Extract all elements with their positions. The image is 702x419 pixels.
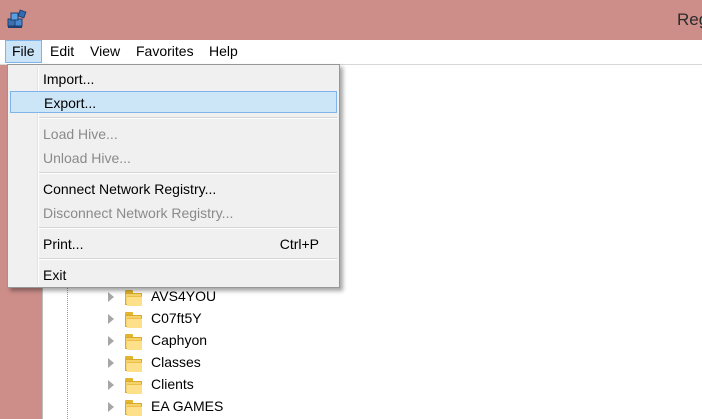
menu-item-label: Unload Hive...: [43, 150, 131, 166]
menu-item-shortcut: Ctrl+P: [279, 236, 319, 252]
tree-item[interactable]: Clients: [108, 375, 408, 397]
tree-item-label[interactable]: AVS4YOU: [151, 288, 216, 304]
tree-item[interactable]: AVS4YOU: [108, 287, 408, 309]
expand-arrow-icon[interactable]: [108, 380, 114, 390]
expand-arrow-icon[interactable]: [108, 292, 114, 302]
menu-item-label: Load Hive...: [43, 126, 118, 142]
window-title: Reg: [677, 10, 702, 29]
menu-view[interactable]: View: [84, 41, 126, 62]
folder-icon: [125, 400, 143, 416]
folder-icon: [125, 378, 143, 394]
folder-icon: [125, 290, 143, 306]
tree-item[interactable]: Classes: [108, 353, 408, 375]
tree-item[interactable]: C07ft5Y: [108, 309, 408, 331]
tree-item-label[interactable]: EA GAMES: [151, 398, 223, 414]
menu-item-label: Export...: [44, 95, 97, 111]
menu-edit[interactable]: Edit: [44, 41, 80, 62]
menu-favorites[interactable]: Favorites: [130, 41, 200, 62]
menu-separator: [39, 172, 337, 174]
menu-bar: File Edit View Favorites Help: [0, 40, 702, 65]
menu-separator: [39, 258, 337, 260]
menu-item-label: Disconnect Network Registry...: [43, 205, 234, 221]
folder-icon: [125, 334, 143, 350]
registry-editor-icon[interactable]: [6, 9, 28, 31]
menu-item-export[interactable]: Export...: [10, 91, 337, 113]
menu-item-label: Connect Network Registry...: [43, 181, 217, 197]
title-bar: Reg: [0, 0, 702, 40]
tree-connector-line: [67, 285, 68, 419]
expand-arrow-icon[interactable]: [108, 314, 114, 324]
tree-item-label[interactable]: Caphyon: [151, 332, 207, 348]
menu-file[interactable]: File: [5, 40, 42, 63]
menu-item-label: Import...: [43, 71, 95, 87]
menu-item-exit[interactable]: Exit: [10, 264, 337, 286]
folder-icon: [125, 356, 143, 372]
menu-help[interactable]: Help: [203, 41, 244, 62]
menu-item-import[interactable]: Import...: [10, 68, 337, 90]
menu-separator: [39, 117, 337, 119]
expand-arrow-icon[interactable]: [108, 358, 114, 368]
menu-separator: [39, 227, 337, 229]
expand-arrow-icon[interactable]: [108, 336, 114, 346]
menu-item-connect-network-registry[interactable]: Connect Network Registry...: [10, 178, 337, 200]
tree-item-label[interactable]: Classes: [151, 354, 201, 370]
menu-item-load-hive: Load Hive...: [10, 123, 337, 145]
menu-item-label: Print...: [43, 236, 84, 252]
expand-arrow-icon[interactable]: [108, 402, 114, 412]
tree-item-label[interactable]: Clients: [151, 376, 194, 392]
folder-icon: [125, 312, 143, 328]
menu-item-print[interactable]: Print... Ctrl+P: [10, 233, 337, 255]
menu-item-label: Exit: [43, 267, 67, 283]
menu-item-unload-hive: Unload Hive...: [10, 147, 337, 169]
tree-item-label[interactable]: C07ft5Y: [151, 310, 202, 326]
tree-item[interactable]: EA GAMES: [108, 397, 408, 419]
file-menu-dropdown: Import... Export... Load Hive... Unload …: [7, 64, 340, 288]
menu-item-disconnect-network-registry: Disconnect Network Registry...: [10, 202, 337, 224]
tree-item[interactable]: Caphyon: [108, 331, 408, 353]
